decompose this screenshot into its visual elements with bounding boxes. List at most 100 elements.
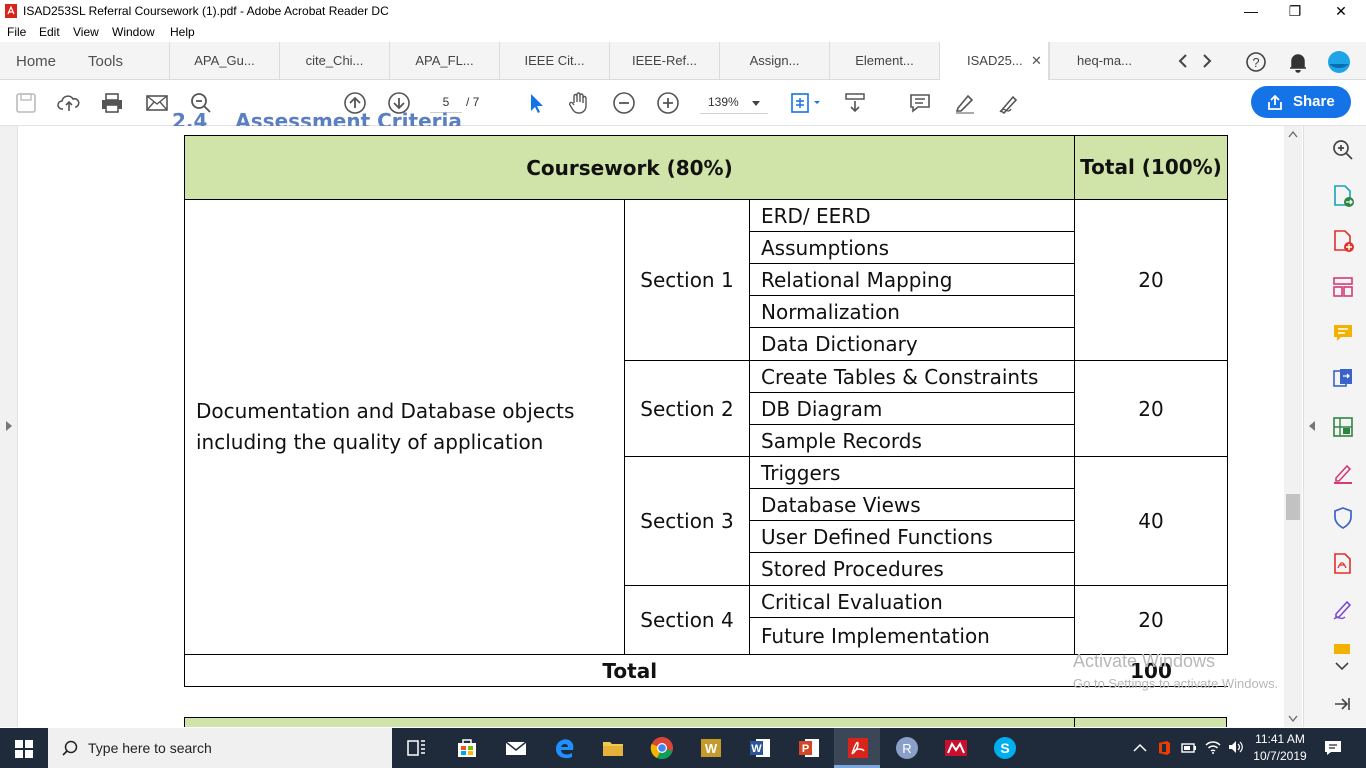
left-panel-collapsed[interactable]	[0, 126, 18, 727]
create-pdf-icon[interactable]	[1332, 229, 1354, 253]
word-icon[interactable]: W	[748, 736, 772, 760]
mail-icon[interactable]	[504, 736, 528, 760]
skype-icon[interactable]: S	[993, 736, 1017, 760]
print-icon[interactable]	[100, 91, 124, 115]
email-icon[interactable]	[145, 91, 169, 115]
criteria-item: Sample Records	[749, 424, 1075, 457]
upload-cloud-icon[interactable]	[57, 91, 81, 115]
svg-text:S: S	[1000, 740, 1009, 756]
select-cursor-icon[interactable]	[524, 91, 548, 115]
zoom-select[interactable]: 139%	[700, 90, 768, 114]
doc-tab[interactable]: cite_Chi...	[279, 42, 389, 79]
save-icon[interactable]	[14, 91, 38, 115]
collapse-right-panel-icon[interactable]	[1308, 420, 1316, 432]
combine-files-icon[interactable]	[1332, 367, 1354, 391]
compress-pdf-icon[interactable]	[1332, 416, 1354, 438]
criteria-item: Create Tables & Constraints	[749, 360, 1075, 393]
scroll-thumb[interactable]	[1286, 494, 1300, 520]
section-label: Section 3	[624, 456, 750, 586]
fill-sign-icon[interactable]	[1332, 462, 1354, 484]
doc-tab[interactable]: Assign...	[719, 42, 829, 79]
acrobat-icon	[5, 4, 17, 18]
doc-tab[interactable]: IEEE Cit...	[499, 42, 609, 79]
collapse-panel-arrow-icon[interactable]	[1332, 694, 1352, 714]
action-center-icon[interactable]	[1324, 739, 1342, 757]
doc-tab[interactable]: IEEE-Ref...	[609, 42, 719, 79]
send-for-signature-icon[interactable]	[1332, 598, 1354, 620]
mendeley-icon[interactable]	[944, 736, 968, 760]
acrobat-reader-icon[interactable]	[846, 736, 870, 760]
chevron-right-icon[interactable]	[1200, 53, 1214, 69]
doc-tab[interactable]: Element...	[829, 42, 939, 79]
hand-tool-icon[interactable]	[567, 91, 591, 115]
doc-tab[interactable]: APA_FL...	[389, 42, 499, 79]
profile-avatar[interactable]	[1327, 50, 1351, 74]
comment-tool-icon[interactable]	[1332, 322, 1354, 344]
battery-icon[interactable]	[1181, 742, 1197, 754]
organize-pages-icon[interactable]	[1332, 276, 1354, 298]
chevron-down-icon[interactable]	[1334, 660, 1350, 672]
svg-text:R: R	[902, 741, 911, 756]
criteria-item: User Defined Functions	[749, 520, 1075, 553]
show-hidden-icons-icon[interactable]	[1133, 743, 1147, 753]
r-app-icon[interactable]: R	[895, 736, 919, 760]
windows-taskbar: Type here to search W W P R S 11:41 AM 1…	[0, 728, 1366, 768]
minimize-button[interactable]: —	[1228, 0, 1274, 22]
wifi-icon[interactable]	[1205, 740, 1221, 754]
close-tab-icon[interactable]: ✕	[1031, 53, 1042, 69]
comment-icon[interactable]	[908, 91, 932, 115]
taskbar-search-box[interactable]: Type here to search	[48, 728, 392, 768]
sign-icon[interactable]	[997, 91, 1021, 115]
word-2016-icon[interactable]: W	[699, 736, 723, 760]
menu-help[interactable]: Help	[170, 25, 195, 39]
microsoft-store-icon[interactable]	[455, 736, 479, 760]
vertical-scrollbar[interactable]	[1284, 126, 1302, 727]
protect-icon[interactable]	[1332, 506, 1354, 530]
windows-start-icon[interactable]	[15, 740, 33, 758]
restore-button[interactable]: ❐	[1272, 0, 1318, 22]
tab-home[interactable]: Home	[16, 53, 56, 70]
activation-watermark-title: Activate Windows	[1073, 651, 1216, 671]
highlight-pen-icon[interactable]	[953, 91, 977, 115]
search-placeholder: Type here to search	[88, 740, 212, 756]
right-tools-panel	[1303, 126, 1366, 727]
acrobat-pdf-icon[interactable]	[1332, 552, 1354, 576]
menu-view[interactable]: View	[73, 25, 99, 39]
close-window-button[interactable]: ✕	[1318, 0, 1364, 22]
menu-file[interactable]: File	[7, 25, 26, 39]
doc-tab[interactable]: heq-ma...	[1049, 42, 1159, 79]
help-icon[interactable]: ?	[1245, 51, 1267, 73]
office-icon[interactable]	[1157, 740, 1171, 756]
powerpoint-icon[interactable]: P	[797, 736, 821, 760]
section-label: Section 2	[624, 360, 750, 457]
fit-page-icon[interactable]	[790, 91, 824, 115]
zoom-in-icon[interactable]	[656, 91, 680, 115]
chevron-left-icon[interactable]	[1176, 53, 1190, 69]
tab-tools[interactable]: Tools	[88, 53, 123, 70]
file-explorer-icon[interactable]	[601, 736, 625, 760]
scroll-down-icon[interactable]	[1288, 715, 1298, 723]
export-pdf-icon[interactable]	[1332, 184, 1354, 208]
scroll-up-icon[interactable]	[1288, 130, 1298, 138]
chrome-icon[interactable]	[650, 736, 674, 760]
bell-icon[interactable]	[1288, 51, 1308, 73]
menu-edit[interactable]: Edit	[39, 25, 60, 39]
zoom-out-icon[interactable]	[612, 91, 636, 115]
menu-bar: File Edit View Window Help	[0, 22, 1366, 42]
volume-icon[interactable]	[1228, 740, 1244, 754]
taskbar-clock[interactable]: 11:41 AM 10/7/2019	[1250, 731, 1310, 765]
menu-window[interactable]: Window	[112, 25, 155, 39]
more-tools-icon[interactable]	[1332, 644, 1354, 654]
zoom-tool-icon[interactable]	[1332, 139, 1354, 161]
component-description: Documentation and Database objects inclu…	[184, 199, 625, 655]
scroll-mode-icon[interactable]	[843, 91, 867, 115]
task-view-icon[interactable]	[405, 736, 429, 760]
svg-text:W: W	[705, 741, 718, 756]
criteria-item: Database Views	[749, 488, 1075, 521]
search-icon	[62, 740, 78, 756]
expand-left-panel-icon[interactable]	[5, 420, 13, 432]
doc-tab[interactable]: APA_Gu...	[169, 42, 279, 79]
edge-browser-icon[interactable]	[553, 736, 577, 760]
share-button[interactable]: Share	[1251, 86, 1351, 118]
coursework-header: Coursework (80%)	[184, 135, 1075, 200]
